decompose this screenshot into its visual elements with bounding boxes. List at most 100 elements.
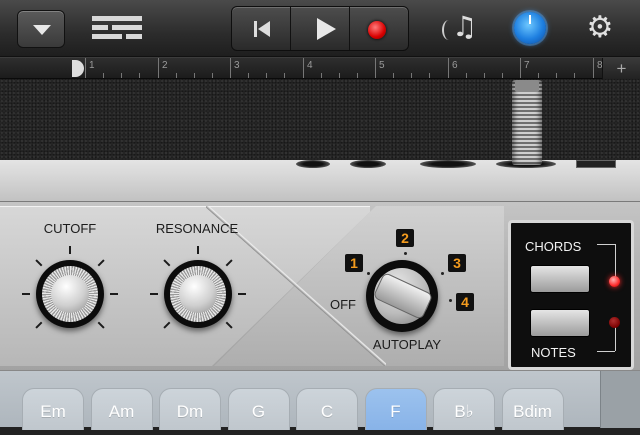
autoplay-off-label: OFF — [330, 297, 356, 312]
connector-line — [597, 351, 615, 352]
toolbar: ♫ ⚙ — [0, 0, 640, 57]
bar-number: 5 — [379, 60, 385, 71]
notes-mode-button[interactable] — [530, 309, 590, 337]
add-section-button[interactable]: + — [602, 58, 640, 79]
bar-number: 1 — [89, 60, 95, 71]
knob-cap — [179, 275, 217, 313]
tracks-view-button[interactable] — [92, 16, 142, 42]
beat-tick — [212, 73, 213, 78]
connector-line — [615, 244, 616, 278]
controls-knob-icon[interactable] — [514, 12, 546, 44]
beat-tick — [574, 73, 575, 78]
chord-button-2[interactable]: Am — [90, 388, 153, 430]
jack-socket — [420, 160, 476, 168]
position-marker — [449, 299, 452, 302]
bar-number: 4 — [307, 60, 313, 71]
beat-tick — [176, 73, 177, 78]
bar-number: 3 — [234, 60, 240, 71]
cutoff-label: CUTOFF — [43, 221, 97, 236]
panel-slot — [576, 160, 616, 168]
chevron-down-icon — [33, 25, 51, 35]
tracks-view-icon — [112, 25, 142, 30]
bar-number: 6 — [452, 60, 458, 71]
autoplay-position-2[interactable]: 2 — [396, 229, 414, 247]
bar-number: 2 — [162, 60, 168, 71]
chords-led — [609, 276, 620, 287]
beat-tick — [284, 73, 285, 78]
beat-tick — [194, 73, 195, 78]
knob-scale-mark — [238, 293, 246, 295]
notes-icon: ♫ — [452, 10, 478, 43]
record-icon — [368, 21, 386, 39]
tracks-view-icon — [92, 16, 142, 21]
chord-button-1[interactable]: Em — [22, 388, 84, 430]
beat-tick — [411, 73, 412, 78]
chord-button-5[interactable]: C — [296, 388, 358, 430]
bar-tick — [85, 58, 86, 78]
play-icon — [317, 18, 336, 40]
bar-tick — [303, 58, 304, 78]
resonance-knob[interactable] — [150, 246, 246, 336]
chord-button-7[interactable]: B♭ — [433, 388, 495, 430]
chord-strip-edge — [600, 371, 640, 428]
autoplay-knob[interactable] — [362, 258, 442, 332]
bar-tick — [375, 58, 376, 78]
autoplay-position-3[interactable]: 3 — [448, 254, 466, 272]
beat-tick — [357, 73, 358, 78]
beat-tick — [556, 73, 557, 78]
connector-line — [597, 244, 615, 245]
chord-button-3[interactable]: Dm — [159, 388, 221, 430]
tracks-view-icon — [92, 34, 122, 39]
playhead-handle[interactable] — [72, 60, 84, 77]
bar-tick — [593, 58, 594, 78]
bar-tick — [448, 58, 449, 78]
knob-scale-mark — [197, 246, 199, 254]
gear-icon[interactable]: ⚙ — [584, 12, 616, 44]
beat-tick — [538, 73, 539, 78]
menu-button[interactable] — [17, 10, 65, 48]
autoplay-position-1[interactable]: 1 — [345, 254, 363, 272]
play-button[interactable] — [291, 7, 350, 50]
beat-tick — [429, 73, 430, 78]
bar-tick — [520, 58, 521, 78]
knob-scale-mark — [110, 293, 118, 295]
bar-number: 7 — [524, 60, 530, 71]
bar-tick — [158, 58, 159, 78]
autoplay-label: AUTOPLAY — [372, 337, 442, 352]
go-to-beginning-button[interactable] — [232, 7, 291, 50]
loops-button[interactable]: ♫ — [442, 10, 480, 46]
beat-tick — [248, 73, 249, 78]
position-marker — [404, 252, 407, 255]
resonance-label: RESONANCE — [155, 221, 239, 236]
chords-label: CHORDS — [525, 239, 582, 254]
beat-tick — [393, 73, 394, 78]
beat-tick — [103, 73, 104, 78]
beat-tick — [502, 73, 503, 78]
chord-button-6[interactable]: F — [364, 388, 427, 430]
bar-tick — [230, 58, 231, 78]
timeline-ruler[interactable]: 12345678 + — [0, 57, 640, 79]
amp-grille — [0, 79, 640, 161]
beat-tick — [321, 73, 322, 78]
chord-button-4[interactable]: G — [227, 388, 290, 430]
beat-tick — [339, 73, 340, 78]
notes-led — [609, 317, 620, 328]
jack-socket — [350, 160, 386, 168]
knob-scale-mark — [150, 293, 158, 295]
knob-cap — [51, 275, 89, 313]
instrument-cable-plug — [512, 80, 542, 165]
cutoff-knob[interactable] — [22, 246, 118, 336]
autoplay-position-4[interactable]: 4 — [456, 293, 474, 311]
tracks-view-icon — [126, 34, 142, 39]
beat-tick — [466, 73, 467, 78]
notes-label: NOTES — [531, 345, 576, 360]
knob-scale-mark — [22, 293, 30, 295]
chords-mode-button[interactable] — [530, 265, 590, 293]
jack-socket — [296, 160, 330, 168]
beat-tick — [139, 73, 140, 78]
beat-tick — [121, 73, 122, 78]
chord-button-8[interactable]: Bdim — [501, 388, 564, 430]
record-button[interactable] — [350, 7, 408, 50]
beat-tick — [484, 73, 485, 78]
transport-controls — [231, 6, 409, 51]
